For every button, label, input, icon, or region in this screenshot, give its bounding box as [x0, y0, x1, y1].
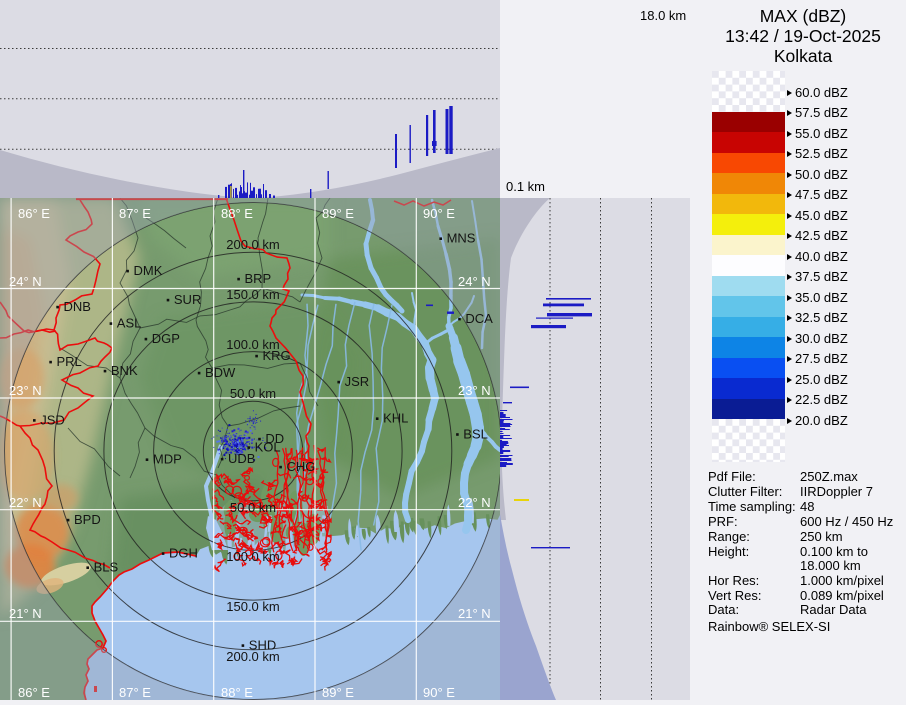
svg-text:BPD: BPD — [74, 512, 101, 527]
svg-text:21° N: 21° N — [9, 606, 42, 621]
svg-text:BSL: BSL — [463, 426, 488, 441]
svg-text:MDP: MDP — [153, 452, 182, 467]
svg-text:87° E: 87° E — [119, 206, 151, 221]
svg-text:DMK: DMK — [134, 263, 163, 278]
svg-text:ASL: ASL — [117, 316, 142, 331]
svg-text:50.0 km: 50.0 km — [230, 500, 276, 515]
svg-text:UDB: UDB — [228, 451, 255, 466]
svg-text:86° E: 86° E — [18, 206, 50, 221]
svg-text:24° N: 24° N — [458, 274, 491, 289]
svg-text:90° E: 90° E — [423, 685, 455, 700]
svg-text:BRP: BRP — [245, 271, 272, 286]
svg-text:JSD: JSD — [40, 412, 65, 427]
svg-text:KHL: KHL — [383, 411, 408, 426]
svg-text:DGH: DGH — [169, 546, 198, 561]
svg-text:150.0 km: 150.0 km — [226, 599, 279, 614]
svg-text:89° E: 89° E — [322, 685, 354, 700]
svg-text:23° N: 23° N — [9, 383, 42, 398]
svg-text:KRG: KRG — [263, 348, 291, 363]
svg-text:21° N: 21° N — [458, 606, 491, 621]
svg-text:89° E: 89° E — [322, 206, 354, 221]
svg-text:87° E: 87° E — [119, 685, 151, 700]
svg-text:BLS: BLS — [94, 560, 119, 575]
svg-text:100.0 km: 100.0 km — [226, 549, 279, 564]
svg-text:PRL: PRL — [57, 354, 82, 369]
svg-text:22° N: 22° N — [9, 495, 42, 510]
svg-text:BDW: BDW — [205, 365, 236, 380]
svg-text:MNS: MNS — [447, 231, 476, 246]
svg-text:150.0 km: 150.0 km — [226, 287, 279, 302]
svg-text:200.0 km: 200.0 km — [226, 237, 279, 252]
svg-text:86° E: 86° E — [18, 685, 50, 700]
svg-text:24° N: 24° N — [9, 274, 42, 289]
svg-text:BNK: BNK — [111, 363, 138, 378]
svg-text:DGP: DGP — [152, 331, 180, 346]
svg-text:SHD: SHD — [249, 638, 276, 653]
svg-text:KOL: KOL — [255, 440, 281, 455]
svg-text:23° N: 23° N — [458, 383, 491, 398]
svg-text:DCA: DCA — [465, 311, 493, 326]
svg-text:88° E: 88° E — [221, 206, 253, 221]
svg-text:90° E: 90° E — [423, 206, 455, 221]
svg-text:22° N: 22° N — [458, 495, 491, 510]
svg-text:JSR: JSR — [345, 374, 370, 389]
svg-text:SUR: SUR — [174, 292, 201, 307]
svg-text:88° E: 88° E — [221, 685, 253, 700]
svg-text:50.0 km: 50.0 km — [230, 386, 276, 401]
svg-text:CHG: CHG — [287, 459, 316, 474]
svg-text:DNB: DNB — [64, 299, 91, 314]
